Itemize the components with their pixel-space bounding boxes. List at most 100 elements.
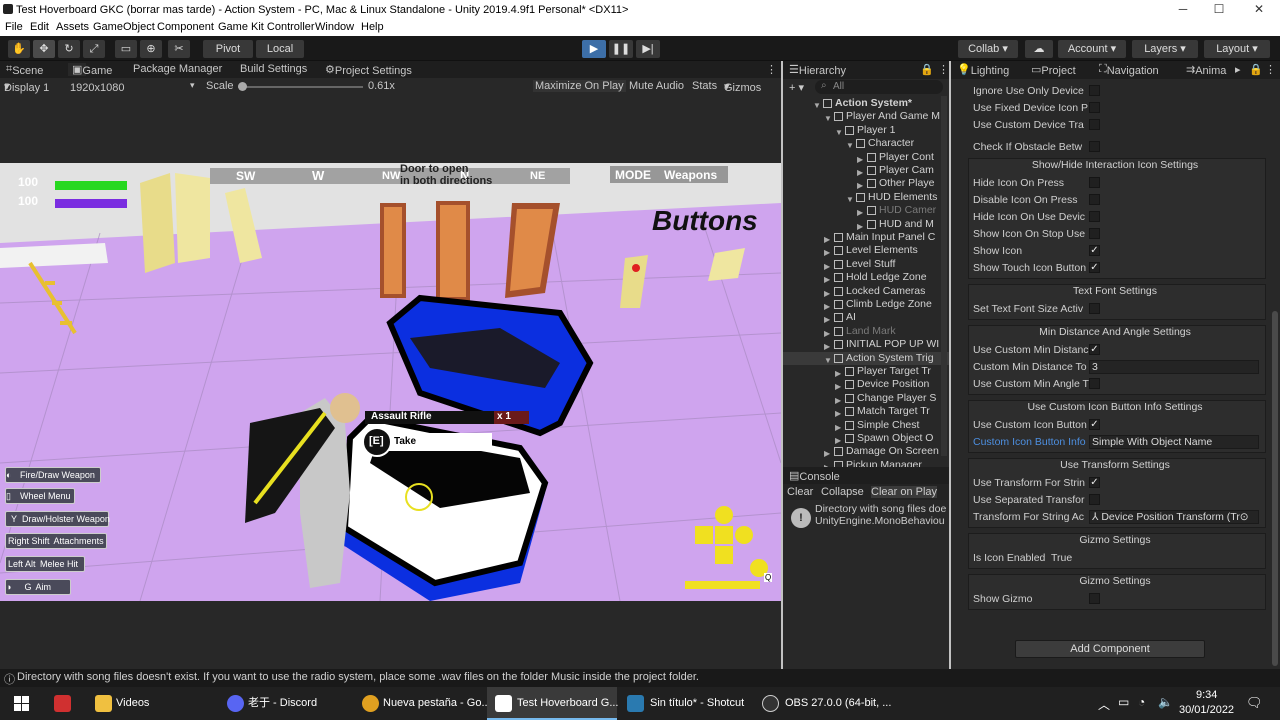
move-tool-icon[interactable]: ✥	[33, 40, 55, 58]
clock-time[interactable]: 9:34	[1196, 689, 1217, 701]
menu-edit[interactable]: Edit	[30, 21, 49, 33]
checkbox[interactable]	[1089, 303, 1100, 314]
battery-icon[interactable]: ▭	[1118, 695, 1129, 709]
hierarchy-row[interactable]: ▼ Character	[783, 137, 949, 150]
tab-animator[interactable]: ⇉ Anima	[1186, 63, 1226, 77]
checkbox[interactable]: ✓	[1089, 344, 1100, 355]
kebab-menu-icon[interactable]: ⋮	[1265, 63, 1276, 76]
value-field[interactable]: ⅄ Device Position Transform (Tr⊙	[1089, 510, 1259, 524]
take-button[interactable]: Take	[388, 433, 492, 451]
kebab-menu-icon[interactable]: ⋮	[766, 63, 777, 76]
tab-console[interactable]: ▤ Console	[789, 469, 840, 483]
hierarchy-row[interactable]: ▶ Level Stuff	[783, 258, 949, 271]
account-dropdown[interactable]: Account ▾	[1058, 40, 1126, 58]
lock-icon[interactable]: 🔒	[1249, 63, 1263, 76]
checkbox[interactable]: ✓	[1089, 262, 1100, 273]
hierarchy-row[interactable]: ▶ Match Target Tr	[783, 405, 949, 418]
tab-navigation[interactable]: ⛶ Navigation	[1099, 63, 1159, 77]
hierarchy-row[interactable]: ▶ Land Mark	[783, 325, 949, 338]
hierarchy-row[interactable]: ▼ Player 1	[783, 124, 949, 137]
collab-dropdown[interactable]: Collab ▾	[958, 40, 1018, 58]
volume-icon[interactable]: 🔈	[1158, 695, 1173, 709]
close-button[interactable]: ✕	[1251, 2, 1267, 18]
scale-tool-icon[interactable]: ⤢	[83, 40, 105, 58]
wifi-icon[interactable]: ◔	[1138, 695, 1145, 709]
custom-tool-icon[interactable]: ✂	[168, 40, 190, 58]
checkbox[interactable]	[1089, 494, 1100, 505]
step-button[interactable]: ▶|	[636, 40, 660, 58]
add-component-button[interactable]: Add Component	[1015, 640, 1205, 658]
console-clear-button[interactable]: Clear	[787, 486, 813, 498]
hierarchy-row[interactable]: ▶ Change Player S	[783, 392, 949, 405]
transform-tool-icon[interactable]: ⊕	[140, 40, 162, 58]
kebab-menu-icon[interactable]: ⋮	[938, 63, 949, 76]
checkbox[interactable]	[1089, 228, 1100, 239]
tab-scroll-icon[interactable]: ▸	[1235, 63, 1241, 76]
notification-icon[interactable]: 🗨	[1246, 695, 1263, 711]
checkbox[interactable]	[1089, 141, 1100, 152]
hierarchy-row[interactable]: ▶Pickup Manager	[783, 459, 949, 467]
layout-dropdown[interactable]: Layout ▾	[1204, 40, 1270, 58]
rect-tool-icon[interactable]: ▭	[115, 40, 137, 58]
status-message[interactable]: Directory with song files doesn't exist.…	[17, 671, 699, 683]
taskbar-obs[interactable]: OBS 27.0.0 (64-bit, ...	[757, 687, 891, 720]
menu-help[interactable]: Help	[361, 21, 384, 33]
inspector-scrollbar[interactable]	[1272, 311, 1278, 666]
cloud-icon[interactable]: ☁	[1025, 40, 1053, 58]
tab-project-settings[interactable]: ⚙ Project Settings	[325, 63, 412, 77]
stats-toggle[interactable]: Stats	[692, 80, 717, 92]
hierarchy-row[interactable]: ▶ Main Input Panel C	[783, 231, 949, 244]
tab-build-settings[interactable]: Build Settings	[240, 63, 307, 75]
checkbox[interactable]	[1089, 378, 1100, 389]
menu-assets[interactable]: Assets	[56, 21, 89, 33]
pivot-toggle[interactable]: Pivot	[203, 40, 253, 58]
checkbox[interactable]	[1089, 211, 1100, 222]
tab-package-manager[interactable]: Package Manager	[133, 63, 222, 75]
menu-component[interactable]: Component	[157, 21, 214, 33]
scale-slider[interactable]	[238, 82, 363, 91]
maximize-button[interactable]: ☐	[1211, 2, 1227, 18]
checkbox[interactable]	[1089, 177, 1100, 188]
taskbar-discord[interactable]: 老于 - Discord	[222, 687, 352, 720]
rotate-tool-icon[interactable]: ↻	[58, 40, 80, 58]
hierarchy-row[interactable]: ▼ Player And Game M	[783, 110, 949, 123]
interaction-key-icon[interactable]: [E]	[362, 427, 392, 457]
hierarchy-row[interactable]: ▶ Level Elements	[783, 244, 949, 257]
checkbox[interactable]: ✓	[1089, 477, 1100, 488]
checkbox[interactable]	[1089, 593, 1100, 604]
menu-gameobject[interactable]: GameObject	[93, 21, 155, 33]
lock-icon[interactable]: 🔒	[920, 63, 934, 76]
hierarchy-row[interactable]: ▶ Hold Ledge Zone	[783, 271, 949, 284]
clock-date[interactable]: 30/01/2022	[1179, 704, 1234, 716]
hierarchy-row[interactable]: ▶ Locked Cameras	[783, 285, 949, 298]
checkbox[interactable]: ✓	[1089, 245, 1100, 256]
tray-chevron-icon[interactable]: ︿	[1098, 696, 1110, 713]
console-collapse-button[interactable]: Collapse	[821, 486, 864, 498]
display-dropdown[interactable]: Display 1 ▾	[4, 80, 49, 94]
checkbox[interactable]	[1089, 119, 1100, 130]
hierarchy-row[interactable]: ▶ HUD Camer	[783, 204, 949, 217]
resolution-chevron-icon[interactable]: ▾	[190, 80, 195, 91]
taskbar-chrome[interactable]: Nueva pestaña - Go...	[357, 687, 491, 720]
taskbar-unity[interactable]: Test Hoverboard G...	[487, 687, 619, 720]
hierarchy-row[interactable]: ▶ Player Cam	[783, 164, 949, 177]
pinned-app-icon[interactable]	[54, 695, 71, 712]
hierarchy-row[interactable]: ▶ Player Target Tr	[783, 365, 949, 378]
checkbox[interactable]	[1089, 102, 1100, 113]
hand-tool-icon[interactable]: ✋	[8, 40, 30, 58]
hierarchy-row[interactable]: ▼ HUD Elements	[783, 191, 949, 204]
checkbox[interactable]	[1089, 194, 1100, 205]
mute-audio-toggle[interactable]: Mute Audio	[629, 80, 684, 92]
hierarchy-row[interactable]: ▶ Device Position	[783, 378, 949, 391]
local-toggle[interactable]: Local	[256, 40, 304, 58]
menu-game-kit-controller[interactable]: Game Kit Controller	[218, 21, 315, 33]
add-dropdown[interactable]: + ▾	[789, 81, 804, 94]
tab-project[interactable]: ▭ Project	[1031, 63, 1076, 77]
game-viewport[interactable]: 100 100 SW W NW N NE Door to open in bot…	[0, 163, 781, 601]
hierarchy-row[interactable]: ▶ Player Cont	[783, 151, 949, 164]
menu-window[interactable]: Window	[315, 21, 354, 33]
tab-lighting[interactable]: 💡 Lighting	[957, 63, 1009, 77]
hierarchy-row[interactable]: ▶ Spawn Object O	[783, 432, 949, 445]
checkbox[interactable]: ✓	[1089, 419, 1100, 430]
hierarchy-row[interactable]: ▼ Action System*	[783, 97, 949, 110]
